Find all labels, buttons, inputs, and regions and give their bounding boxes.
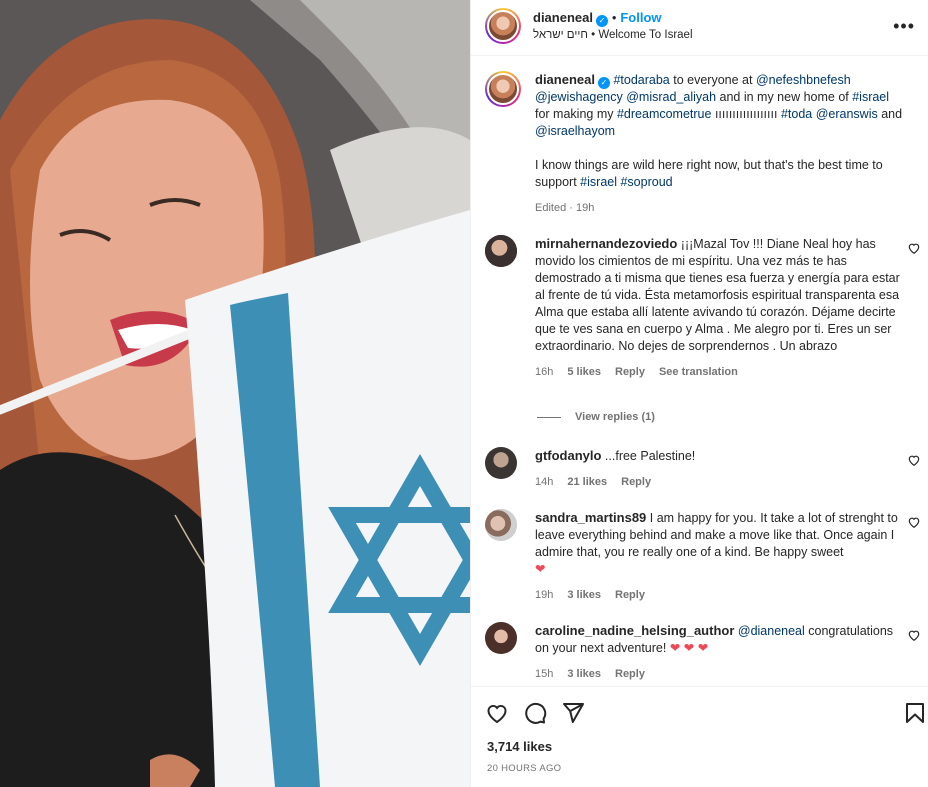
comment-avatar[interactable] bbox=[485, 235, 517, 267]
post-header: dianeneal ✓ • Follow חיים ישראל • Welcome T… bbox=[471, 0, 928, 56]
comment-mention[interactable]: @dianeneal bbox=[738, 624, 805, 638]
comment-body: caroline_nadine_helsing_author @dianenea… bbox=[535, 622, 907, 683]
caption-tag-link[interactable]: #israel bbox=[580, 175, 617, 189]
caption-username[interactable]: dianeneal bbox=[535, 72, 595, 87]
caption-body: dianeneal ✓ #todaraba to everyone at @nef… bbox=[535, 71, 907, 217]
caption-text-segment: and bbox=[877, 107, 903, 121]
more-options-icon[interactable]: ••• bbox=[893, 16, 915, 37]
comment-like-heart-icon[interactable] bbox=[907, 241, 921, 255]
reply-button[interactable]: Reply bbox=[615, 366, 645, 378]
verified-badge-icon: ✓ bbox=[595, 15, 608, 27]
author-avatar[interactable] bbox=[485, 8, 521, 44]
bookmark-icon[interactable] bbox=[903, 701, 927, 725]
comment-time[interactable]: 15h bbox=[535, 668, 553, 680]
caption-tag-link[interactable]: @misrad_aliyah bbox=[626, 90, 716, 104]
reply-button[interactable]: Reply bbox=[621, 476, 651, 488]
comment-time[interactable]: 14h bbox=[535, 476, 553, 488]
caption-tag-link[interactable]: #todaraba bbox=[613, 73, 669, 87]
reply-button[interactable]: Reply bbox=[615, 668, 645, 680]
post-dialog: dianeneal ✓ • Follow חיים ישראל • Welcome T… bbox=[0, 0, 928, 787]
comment-meta: 16h 5 likes Reply See translation bbox=[535, 364, 907, 381]
comment-likes[interactable]: 3 likes bbox=[567, 589, 601, 601]
comment-text: ¡¡¡Mazal Tov !!! Diane Neal hoy has movi… bbox=[535, 237, 900, 353]
caption-tag-link[interactable]: @israelhayom bbox=[535, 124, 615, 138]
comment-like-heart-icon[interactable] bbox=[907, 628, 921, 642]
caption-avatar[interactable] bbox=[485, 71, 521, 107]
caption-text-segment: to everyone at bbox=[669, 73, 756, 87]
view-replies-button[interactable]: View replies (1) bbox=[537, 411, 655, 423]
comment-username[interactable]: mirnahernandezoviedo bbox=[535, 236, 677, 251]
share-icon[interactable] bbox=[561, 701, 585, 725]
follow-button[interactable]: Follow bbox=[620, 10, 661, 25]
comment-avatar[interactable] bbox=[485, 622, 517, 654]
comment-time[interactable]: 19h bbox=[535, 589, 553, 601]
caption-text-2: I know things are wild here right now, b… bbox=[535, 157, 907, 191]
caption-tag-link[interactable]: @jewishagency bbox=[535, 90, 623, 104]
comment-likes[interactable]: 21 likes bbox=[567, 476, 607, 488]
caption-tag-link[interactable]: @eranswis bbox=[816, 107, 878, 121]
comment-like-heart-icon[interactable] bbox=[907, 453, 921, 467]
heart-icon[interactable] bbox=[485, 701, 509, 725]
view-replies-label: View replies (1) bbox=[575, 411, 655, 423]
caption-tag-link[interactable]: @nefeshbnefesh bbox=[756, 73, 851, 87]
comments-list[interactable]: dianeneal ✓ #todaraba to everyone at @nef… bbox=[471, 57, 928, 685]
separator-dot: • bbox=[611, 11, 617, 25]
comment-body: sandra_martins89 I am happy for you. It … bbox=[535, 509, 907, 604]
comment-likes[interactable]: 5 likes bbox=[567, 366, 601, 378]
post-location[interactable]: חיים ישראל • Welcome To Israel bbox=[533, 29, 693, 41]
post-photo[interactable] bbox=[0, 0, 470, 787]
caption-meta: Edited · 19h bbox=[535, 202, 595, 214]
caption-text-segment: for making my bbox=[535, 107, 617, 121]
comment-like-heart-icon[interactable] bbox=[907, 515, 921, 529]
post-time[interactable]: 20 HOURS AGO bbox=[487, 763, 561, 774]
post-actions: 3,714 likes 20 HOURS AGO bbox=[471, 686, 928, 787]
caption-text-segment: ıııııııııııııııııı bbox=[711, 107, 781, 121]
verified-badge-icon: ✓ bbox=[597, 77, 610, 89]
reply-button[interactable]: Reply bbox=[615, 589, 645, 601]
comment-time[interactable]: 16h bbox=[535, 366, 553, 378]
author-username[interactable]: dianeneal bbox=[533, 10, 593, 25]
comment-text: ...free Palestine! bbox=[604, 449, 696, 463]
comment-meta: 14h 21 likes Reply bbox=[535, 474, 907, 491]
caption-tag-link[interactable]: #toda bbox=[781, 107, 812, 121]
caption-text-segment: and in my new home of bbox=[716, 90, 853, 104]
selfie-image bbox=[0, 0, 470, 787]
replies-line bbox=[537, 416, 561, 418]
comment-avatar[interactable] bbox=[485, 509, 517, 541]
post-sidebar: dianeneal ✓ • Follow חיים ישראל • Welcome T… bbox=[470, 0, 928, 787]
comment-meta: 19h 3 likes Reply bbox=[535, 587, 907, 604]
comment-username[interactable]: gtfodanylo bbox=[535, 448, 601, 463]
heart-emoji: ❤ bbox=[535, 562, 546, 576]
comment-meta: 15h 3 likes Reply bbox=[535, 666, 907, 683]
comment-likes[interactable]: 3 likes bbox=[567, 668, 601, 680]
see-translation-button[interactable]: See translation bbox=[659, 366, 738, 378]
comment-username[interactable]: caroline_nadine_helsing_author bbox=[535, 623, 734, 638]
caption-tag-link[interactable]: #dreamcometrue bbox=[617, 107, 712, 121]
like-count[interactable]: 3,714 likes bbox=[487, 739, 552, 754]
comment-avatar[interactable] bbox=[485, 447, 517, 479]
comment-body: gtfodanylo ...free Palestine! 14h 21 like… bbox=[535, 447, 907, 491]
comment-icon[interactable] bbox=[523, 701, 547, 725]
caption-tag-link[interactable]: #soproud bbox=[620, 175, 672, 189]
comment-username[interactable]: sandra_martins89 bbox=[535, 510, 646, 525]
comment-body: mirnahernandezoviedo ¡¡¡Mazal Tov !!! Di… bbox=[535, 235, 907, 381]
author-line: dianeneal ✓ • Follow bbox=[533, 10, 662, 27]
heart-emoji: ❤ ❤ ❤ bbox=[669, 641, 709, 655]
caption-tag-link[interactable]: #israel bbox=[852, 90, 889, 104]
